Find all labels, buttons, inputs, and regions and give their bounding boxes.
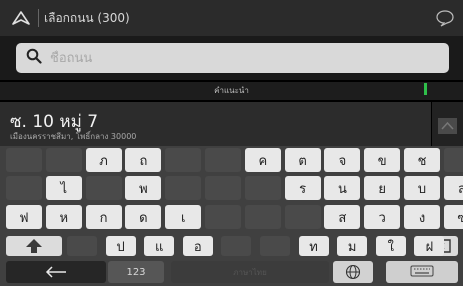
key-12-row3[interactable]: ฃ	[443, 205, 463, 229]
key-7-row1[interactable]: ค	[244, 148, 281, 172]
scrollbar[interactable]	[432, 102, 463, 146]
shift-key[interactable]	[6, 236, 62, 256]
blank-key[interactable]	[165, 176, 202, 200]
blank-key[interactable]	[45, 148, 82, 172]
key-1-row3[interactable]: ฟ	[6, 205, 42, 229]
key-9-row1[interactable]: จ	[324, 148, 361, 172]
key-7-row4[interactable]: ท	[298, 236, 329, 256]
key-5-row3[interactable]: เ	[165, 205, 202, 229]
scroll-up-icon[interactable]	[438, 118, 457, 134]
top-bar: เลือกถนน (300)	[0, 0, 463, 36]
key-4-row3[interactable]: ด	[125, 205, 162, 229]
key-9-row2[interactable]: น	[324, 176, 361, 200]
key-4-row4[interactable]: อ	[182, 236, 213, 256]
blank-key[interactable]	[205, 205, 241, 229]
chat-bubble-icon[interactable]	[435, 9, 455, 31]
suggestions-header: คำแนะนำ	[0, 82, 463, 100]
key-2-row2[interactable]: ไ	[45, 176, 82, 200]
blank-key[interactable]	[205, 176, 241, 200]
navigation-arrow-icon[interactable]	[6, 0, 36, 36]
blank-key[interactable]	[205, 148, 241, 172]
blank-key[interactable]	[6, 148, 42, 172]
blank-key[interactable]	[260, 236, 290, 256]
blank-key[interactable]	[6, 176, 42, 200]
street-search-input[interactable]	[48, 49, 412, 67]
blank-key[interactable]	[284, 205, 321, 229]
key-8-row4[interactable]: ม	[337, 236, 368, 256]
key-10-row3[interactable]: ว	[364, 205, 401, 229]
blank-key[interactable]	[85, 176, 122, 200]
key-3-row1[interactable]: ภ	[85, 148, 122, 172]
numbers-key-label: 123	[126, 266, 146, 278]
status-indicator	[424, 83, 427, 95]
key-10-row1[interactable]: ข	[364, 148, 401, 172]
blank-key[interactable]	[244, 205, 281, 229]
back-arrow-icon	[45, 266, 66, 278]
result-subtitle: เมืองนครราชสีมา, โพธิ์กลาง 30000	[10, 132, 137, 141]
key-3-row4[interactable]: แ	[144, 236, 175, 256]
blank-key[interactable]	[67, 236, 97, 256]
blank-key[interactable]	[244, 176, 281, 200]
search-icon	[26, 48, 42, 68]
blank-key[interactable]	[165, 148, 202, 172]
blank-key[interactable]	[221, 236, 252, 256]
key-4-row2[interactable]: พ	[125, 176, 162, 200]
key-8-row1[interactable]: ต	[284, 148, 321, 172]
key-4-row1[interactable]: ถ	[125, 148, 162, 172]
blank-key[interactable]	[443, 148, 463, 172]
shift-arrow-icon	[26, 239, 42, 253]
space-key[interactable]: ภาษาไทย	[171, 261, 329, 283]
key-10-row4[interactable]: ฝ	[414, 236, 445, 256]
numbers-key[interactable]: 123	[108, 261, 164, 283]
key-3-row3[interactable]: ก	[85, 205, 122, 229]
language-key[interactable]	[333, 261, 373, 283]
search-box[interactable]	[16, 43, 449, 73]
page-title: เลือกถนน (300)	[44, 10, 130, 25]
key-10-row2[interactable]: ย	[364, 176, 401, 200]
space-key-label: ภาษาไทย	[233, 267, 267, 277]
globe-icon	[345, 264, 361, 280]
hide-keyboard-key[interactable]	[386, 261, 458, 283]
search-area	[0, 36, 463, 80]
key-2-row4[interactable]: ป	[105, 236, 136, 256]
key-11-row3[interactable]: ง	[404, 205, 440, 229]
title-divider	[38, 9, 39, 27]
keyboard: 123 ภาษาไทย ภถ คตจขชไ พ รนยบลฟหกดเ สวงฃปแอ ทม…	[0, 146, 463, 286]
key-11-row2[interactable]: บ	[404, 176, 440, 200]
key-8-row2[interactable]: ร	[284, 176, 321, 200]
key-9-row3[interactable]: ส	[324, 205, 361, 229]
back-key[interactable]	[6, 261, 106, 283]
keyboard-icon	[410, 265, 434, 277]
key-11-row1[interactable]: ช	[404, 148, 440, 172]
result-item[interactable]: ซ. 10 หมู่ 7 เมืองนครราชสีมา, โพธิ์กลาง …	[0, 102, 431, 146]
key-9-row4[interactable]: ใ	[375, 236, 406, 256]
key-12-row2[interactable]: ล	[443, 176, 463, 200]
key-2-row3[interactable]: ห	[45, 205, 82, 229]
